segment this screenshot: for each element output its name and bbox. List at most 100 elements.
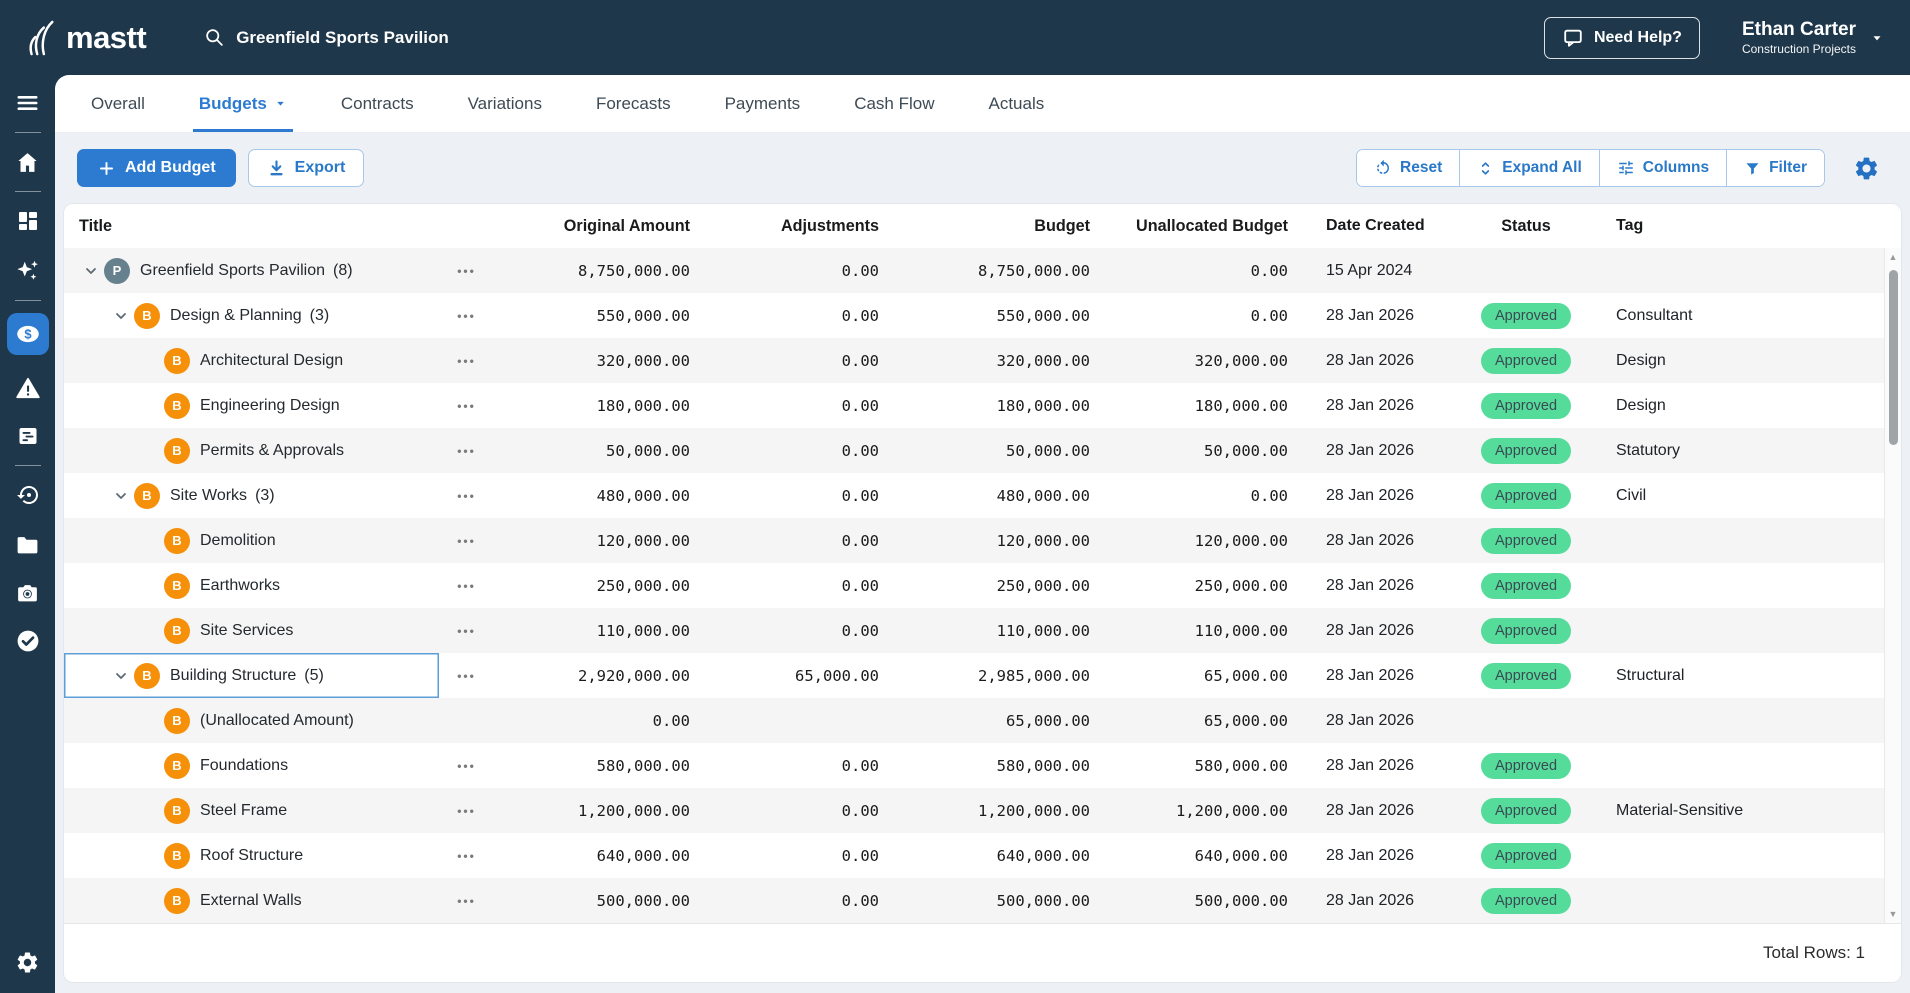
row-actions-menu-icon[interactable]: ••• [439,802,494,820]
project-search-value: Greenfield Sports Pavilion [236,28,449,48]
row-actions-menu-icon[interactable]: ••• [439,892,494,910]
filter-button[interactable]: Filter [1726,150,1824,186]
check-circle-icon[interactable] [7,626,49,656]
camera-icon[interactable] [7,578,49,608]
table-row[interactable]: B Steel Frame ••• 1,200,000.00 0.00 1,20… [64,788,1901,833]
table-row[interactable]: B Engineering Design ••• 180,000.00 0.00… [64,383,1901,428]
tab-payments[interactable]: Payments [725,75,801,132]
tab-budgets[interactable]: Budgets [199,75,287,132]
top-bar: mastt Greenfield Sports Pavilion Need He… [0,0,1910,75]
tab-actuals[interactable]: Actuals [989,75,1045,132]
row-actions-menu-icon[interactable]: ••• [439,757,494,775]
project-search[interactable]: Greenfield Sports Pavilion [204,27,449,48]
table-row[interactable]: B Roof Structure ••• 640,000.00 0.00 640… [64,833,1901,878]
tab-contracts[interactable]: Contracts [341,75,414,132]
row-title-cell[interactable]: B Architectural Design [64,338,439,383]
row-title-cell[interactable]: B Design & Planning (3) [64,293,439,338]
home-icon[interactable] [7,147,49,177]
tab-label: Payments [725,94,801,114]
table-row[interactable]: B Foundations ••• 580,000.00 0.00 580,00… [64,743,1901,788]
row-expand-chevron-icon[interactable] [108,489,134,503]
column-header-original-amount[interactable]: Original Amount [494,217,690,236]
row-title-cell[interactable]: B Foundations [64,743,439,788]
table-row[interactable]: B Site Works (3) ••• 480,000.00 0.00 480… [64,473,1901,518]
dashboard-icon[interactable] [7,206,49,236]
tab-forecasts[interactable]: Forecasts [596,75,671,132]
row-adjustments: 0.00 [690,262,879,280]
column-header-title[interactable]: Title [64,204,439,248]
row-actions-menu-icon[interactable]: ••• [439,577,494,595]
scroll-up-arrow-icon[interactable]: ▲ [1889,248,1898,266]
row-actions-menu-icon[interactable]: ••• [439,262,494,280]
tab-overall[interactable]: Overall [91,75,145,132]
table-row[interactable]: B External Walls ••• 500,000.00 0.00 500… [64,878,1901,923]
row-title-cell[interactable]: B Site Services [64,608,439,653]
column-header-budget[interactable]: Budget [879,217,1090,236]
row-title-cell[interactable]: B (Unallocated Amount) [64,698,439,743]
table-row[interactable]: B Site Services ••• 110,000.00 0.00 110,… [64,608,1901,653]
row-actions-menu-icon[interactable]: ••• [439,487,494,505]
row-title-cell[interactable]: B External Walls [64,878,439,923]
row-actions-menu-icon[interactable]: ••• [439,307,494,325]
row-title-cell[interactable]: B Roof Structure [64,833,439,878]
row-actions-menu-icon[interactable]: ••• [439,622,494,640]
row-actions-menu-icon[interactable]: ••• [439,847,494,865]
row-actions-menu-icon[interactable]: ••• [439,667,494,685]
folder-icon[interactable] [7,530,49,560]
tab-variations[interactable]: Variations [468,75,542,132]
row-expand-chevron-icon[interactable] [108,309,134,323]
menu-icon[interactable] [7,88,49,118]
export-button[interactable]: Export [248,149,365,187]
risk-warning-icon[interactable] [7,373,49,403]
scroll-down-arrow-icon[interactable]: ▼ [1889,905,1898,923]
scrollbar-thumb[interactable] [1889,270,1898,445]
row-title-cell[interactable]: B Demolition [64,518,439,563]
column-header-unallocated-budget[interactable]: Unallocated Budget [1090,217,1288,236]
column-header-date-created[interactable]: Date Created [1288,217,1456,235]
notes-icon[interactable] [7,421,49,451]
table-row[interactable]: B Design & Planning (3) ••• 550,000.00 0… [64,293,1901,338]
history-icon[interactable] [7,480,49,510]
user-menu[interactable]: Ethan Carter Construction Projects [1742,19,1884,57]
table-row[interactable]: B Architectural Design ••• 320,000.00 0.… [64,338,1901,383]
row-budget: 480,000.00 [879,487,1090,505]
row-title-cell[interactable]: B Permits & Approvals [64,428,439,473]
table-row[interactable]: B Permits & Approvals ••• 50,000.00 0.00… [64,428,1901,473]
column-header-tag[interactable]: Tag [1596,217,1884,235]
vertical-scrollbar[interactable]: ▲ ▼ [1884,248,1901,923]
row-title-cell[interactable]: B Earthworks [64,563,439,608]
row-title-cell[interactable]: B Site Works (3) [64,473,439,518]
table-row[interactable]: B (Unallocated Amount) ••• 0.00 65,000.0… [64,698,1901,743]
column-header-adjustments[interactable]: Adjustments [690,217,879,236]
column-header-status[interactable]: Status [1456,217,1596,236]
sparkles-icon[interactable] [7,256,49,286]
expand-all-button[interactable]: Expand All [1459,150,1599,186]
row-title-cell[interactable]: B Steel Frame [64,788,439,833]
row-actions-menu-icon[interactable]: ••• [439,397,494,415]
add-budget-button[interactable]: Add Budget [77,149,236,187]
mastt-logo[interactable]: mastt [24,17,146,59]
status-badge: Approved [1481,303,1571,329]
table-settings-gear-icon[interactable] [1853,155,1880,182]
row-title-cell[interactable]: P Greenfield Sports Pavilion (8) [64,248,439,293]
columns-button[interactable]: Columns [1599,150,1726,186]
row-actions-menu-icon[interactable]: ••• [439,352,494,370]
row-actions-menu-icon[interactable]: ••• [439,532,494,550]
row-title-cell[interactable]: B Building Structure (5) [64,653,439,698]
budgets-dollar-icon[interactable]: $ [7,313,49,355]
table-row[interactable]: B Earthworks ••• 250,000.00 0.00 250,000… [64,563,1901,608]
row-original-amount: 1,200,000.00 [494,802,690,820]
table-row[interactable]: B Building Structure (5) ••• 2,920,000.0… [64,653,1901,698]
row-expand-chevron-icon[interactable] [78,264,104,278]
need-help-button[interactable]: Need Help? [1544,17,1700,59]
table-row[interactable]: B Demolition ••• 120,000.00 0.00 120,000… [64,518,1901,563]
table-row[interactable]: P Greenfield Sports Pavilion (8) ••• 8,7… [64,248,1901,293]
row-title-cell[interactable]: B Engineering Design [64,383,439,428]
row-status: Approved [1456,798,1596,824]
tab-cash-flow[interactable]: Cash Flow [854,75,934,132]
reset-button[interactable]: Reset [1357,150,1459,186]
row-expand-chevron-icon[interactable] [108,669,134,683]
row-actions-menu-icon[interactable]: ••• [439,712,494,730]
row-actions-menu-icon[interactable]: ••• [439,442,494,460]
settings-gear-icon[interactable] [7,947,49,977]
